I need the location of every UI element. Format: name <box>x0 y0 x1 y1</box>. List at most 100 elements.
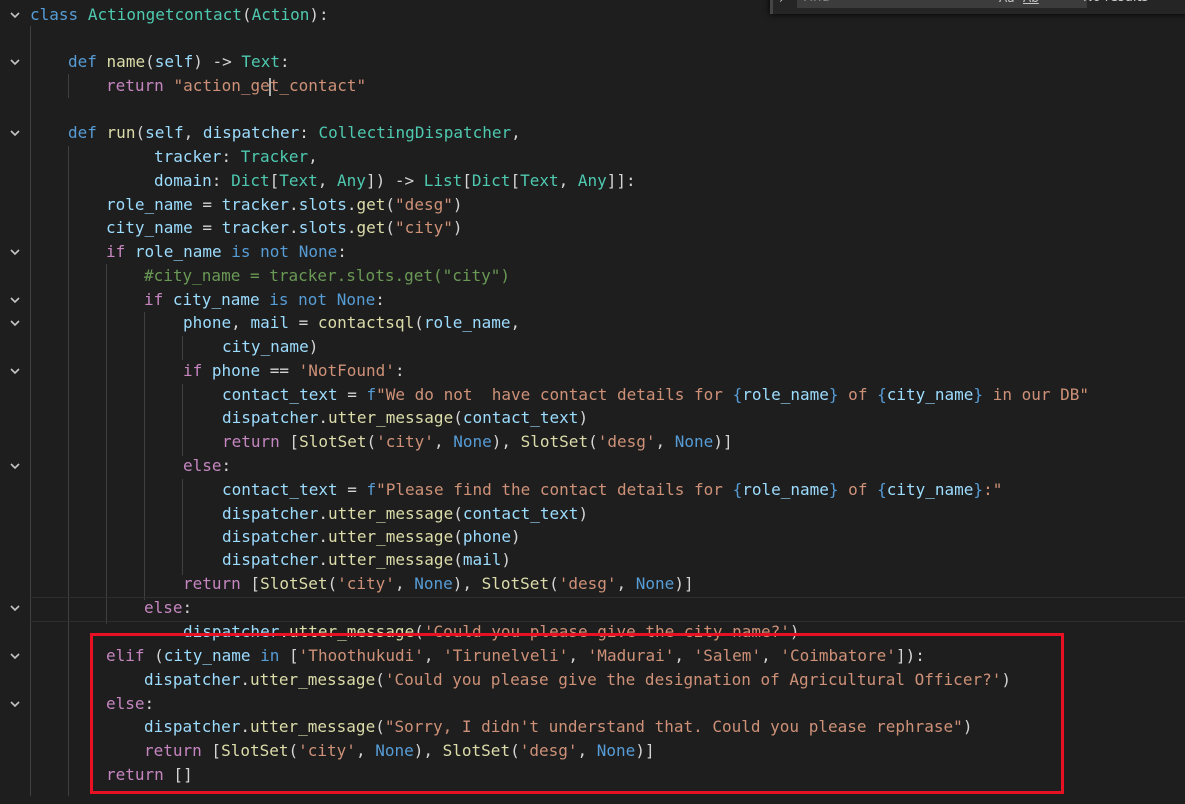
keyword-token: def <box>68 52 97 71</box>
string-token: t_contact" <box>269 76 367 95</box>
code-line[interactable]: contact_text = f"Please find the contact… <box>222 478 1002 502</box>
code-line[interactable]: return [SlotSet('city', None), SlotSet('… <box>222 430 733 454</box>
keyword-token: is <box>231 242 251 261</box>
keyword-token: if <box>183 361 203 380</box>
fold-chevron-icon[interactable] <box>8 245 22 259</box>
indent-guide <box>182 479 183 575</box>
string-token: 'city' <box>376 432 434 451</box>
function-token: utter_message <box>327 504 454 523</box>
code-line[interactable]: domain: Dict[Text, Any]) -> List[Dict[Te… <box>154 169 636 193</box>
code-line[interactable]: contact_text = f"We do not have contact … <box>222 383 1089 407</box>
code-line[interactable]: dispatcher.utter_message(phone) <box>222 525 521 549</box>
class-name-token: Dict <box>231 171 270 190</box>
code-line[interactable]: if city_name is not None: <box>144 288 385 312</box>
string-token: of <box>838 480 878 499</box>
class-name-token: Any <box>577 171 607 190</box>
class-name-token: Action <box>251 5 310 24</box>
code-line[interactable]: #city_name = tracker.slots.get("city") <box>144 264 510 288</box>
code-line[interactable]: class Actiongetcontact(Action): <box>30 3 329 27</box>
highlight-annotation-box <box>90 633 1064 794</box>
code-line[interactable]: dispatcher.utter_message(contact_text) <box>222 406 588 430</box>
keyword-token: return <box>106 76 164 95</box>
variable-token: city_name <box>886 385 974 404</box>
param-token: self <box>145 123 184 142</box>
code-line[interactable]: if role_name is not None: <box>106 240 347 264</box>
class-name-token: Dict <box>471 171 511 190</box>
string-token: 'desg' <box>597 432 656 451</box>
keyword-token: not <box>298 290 328 309</box>
variable-token: slots <box>298 195 347 214</box>
match-case-toggle[interactable]: Aa <box>999 0 1015 8</box>
variable-token: dispatcher <box>222 527 319 546</box>
variable-token: mail <box>250 313 289 332</box>
function-token: SlotSet <box>520 432 589 451</box>
code-line[interactable]: def name(self) -> Text: <box>68 50 290 74</box>
code-line[interactable]: phone, mail = contactsql(role_name, <box>183 311 520 335</box>
variable-token: contact_text <box>222 480 338 499</box>
fold-chevron-icon[interactable] <box>8 364 22 378</box>
code-line[interactable]: if phone == 'NotFound': <box>183 359 405 383</box>
function-token: contactsql <box>317 313 415 332</box>
fold-chevron-icon[interactable] <box>8 316 22 330</box>
class-name-token: List <box>423 171 463 190</box>
variable-token: city_name <box>106 218 193 237</box>
string-token: of <box>838 385 878 404</box>
variable-token: contact_text <box>462 504 579 523</box>
code-line[interactable]: dispatcher.utter_message(mail) <box>222 548 511 572</box>
function-token: name <box>106 52 146 71</box>
code-line[interactable]: else: <box>183 454 231 478</box>
fold-chevron-icon[interactable] <box>8 8 22 22</box>
variable-token: city_name <box>172 290 260 309</box>
variable-token: dispatcher <box>222 408 319 427</box>
string-token: "desg" <box>395 195 453 214</box>
fold-chevron-icon[interactable] <box>8 697 22 711</box>
variable-token: slots <box>298 218 347 237</box>
class-name-token: CollectingDispatcher <box>318 123 512 142</box>
indent-guide <box>68 146 69 796</box>
keyword-token: is <box>269 290 289 309</box>
class-name-token: Text <box>279 171 318 190</box>
variable-token: contact_text <box>462 408 579 427</box>
code-line[interactable]: tracker: Tracker, <box>154 145 318 169</box>
variable-token: city_name <box>222 337 309 356</box>
variable-token: contact_text <box>222 385 338 404</box>
fold-chevron-icon[interactable] <box>8 293 22 307</box>
code-line[interactable]: role_name = tracker.slots.get("desg") <box>106 193 462 217</box>
code-editor[interactable]: class Actiongetcontact(Action): def name… <box>0 0 1185 804</box>
variable-token: phone <box>183 313 232 332</box>
fold-chevron-icon[interactable] <box>8 459 22 473</box>
function-token: utter_message <box>327 408 454 427</box>
class-name-token: Tracker <box>240 147 309 166</box>
code-line[interactable]: def run(self, dispatcher: CollectingDisp… <box>68 121 521 145</box>
variable-token: role_name <box>106 195 193 214</box>
keyword-token: else <box>144 598 183 617</box>
function-token: SlotSet <box>260 574 328 593</box>
current-line-border <box>30 597 1185 598</box>
string-token: 'NotFound' <box>298 361 395 380</box>
code-line[interactable]: return [SlotSet('city', None), SlotSet('… <box>183 572 694 596</box>
fold-chevron-icon[interactable] <box>8 601 22 615</box>
find-results-count: No results <box>1083 0 1148 8</box>
find-input[interactable]: Find <box>797 0 1087 8</box>
fold-chevron-icon[interactable] <box>8 126 22 140</box>
param-token: domain <box>154 171 212 190</box>
whole-word-toggle[interactable]: Ab <box>1023 0 1039 8</box>
code-line[interactable]: else: <box>144 596 192 620</box>
variable-token: tracker <box>221 195 290 214</box>
constant-token: None <box>414 574 453 593</box>
string-token: "Please find the contact details for <box>376 480 733 499</box>
code-line[interactable]: city_name) <box>222 335 318 359</box>
fold-chevron-icon[interactable] <box>8 649 22 663</box>
code-line[interactable]: dispatcher.utter_message(contact_text) <box>222 502 588 526</box>
string-token: :" <box>983 480 1003 499</box>
function-token: utter_message <box>327 527 454 546</box>
code-line[interactable]: return "action_get_contact" <box>106 74 366 98</box>
constant-token: None <box>298 242 338 261</box>
variable-token: phone <box>211 361 261 380</box>
code-line[interactable]: city_name = tracker.slots.get("city") <box>106 216 462 240</box>
keyword-token: class <box>30 5 79 24</box>
chevron-right-icon[interactable]: › <box>779 0 784 6</box>
find-widget[interactable]: › Find Aa Ab No results <box>770 0 1185 14</box>
fold-chevron-icon[interactable] <box>8 55 22 69</box>
constant-token: None <box>674 432 714 451</box>
